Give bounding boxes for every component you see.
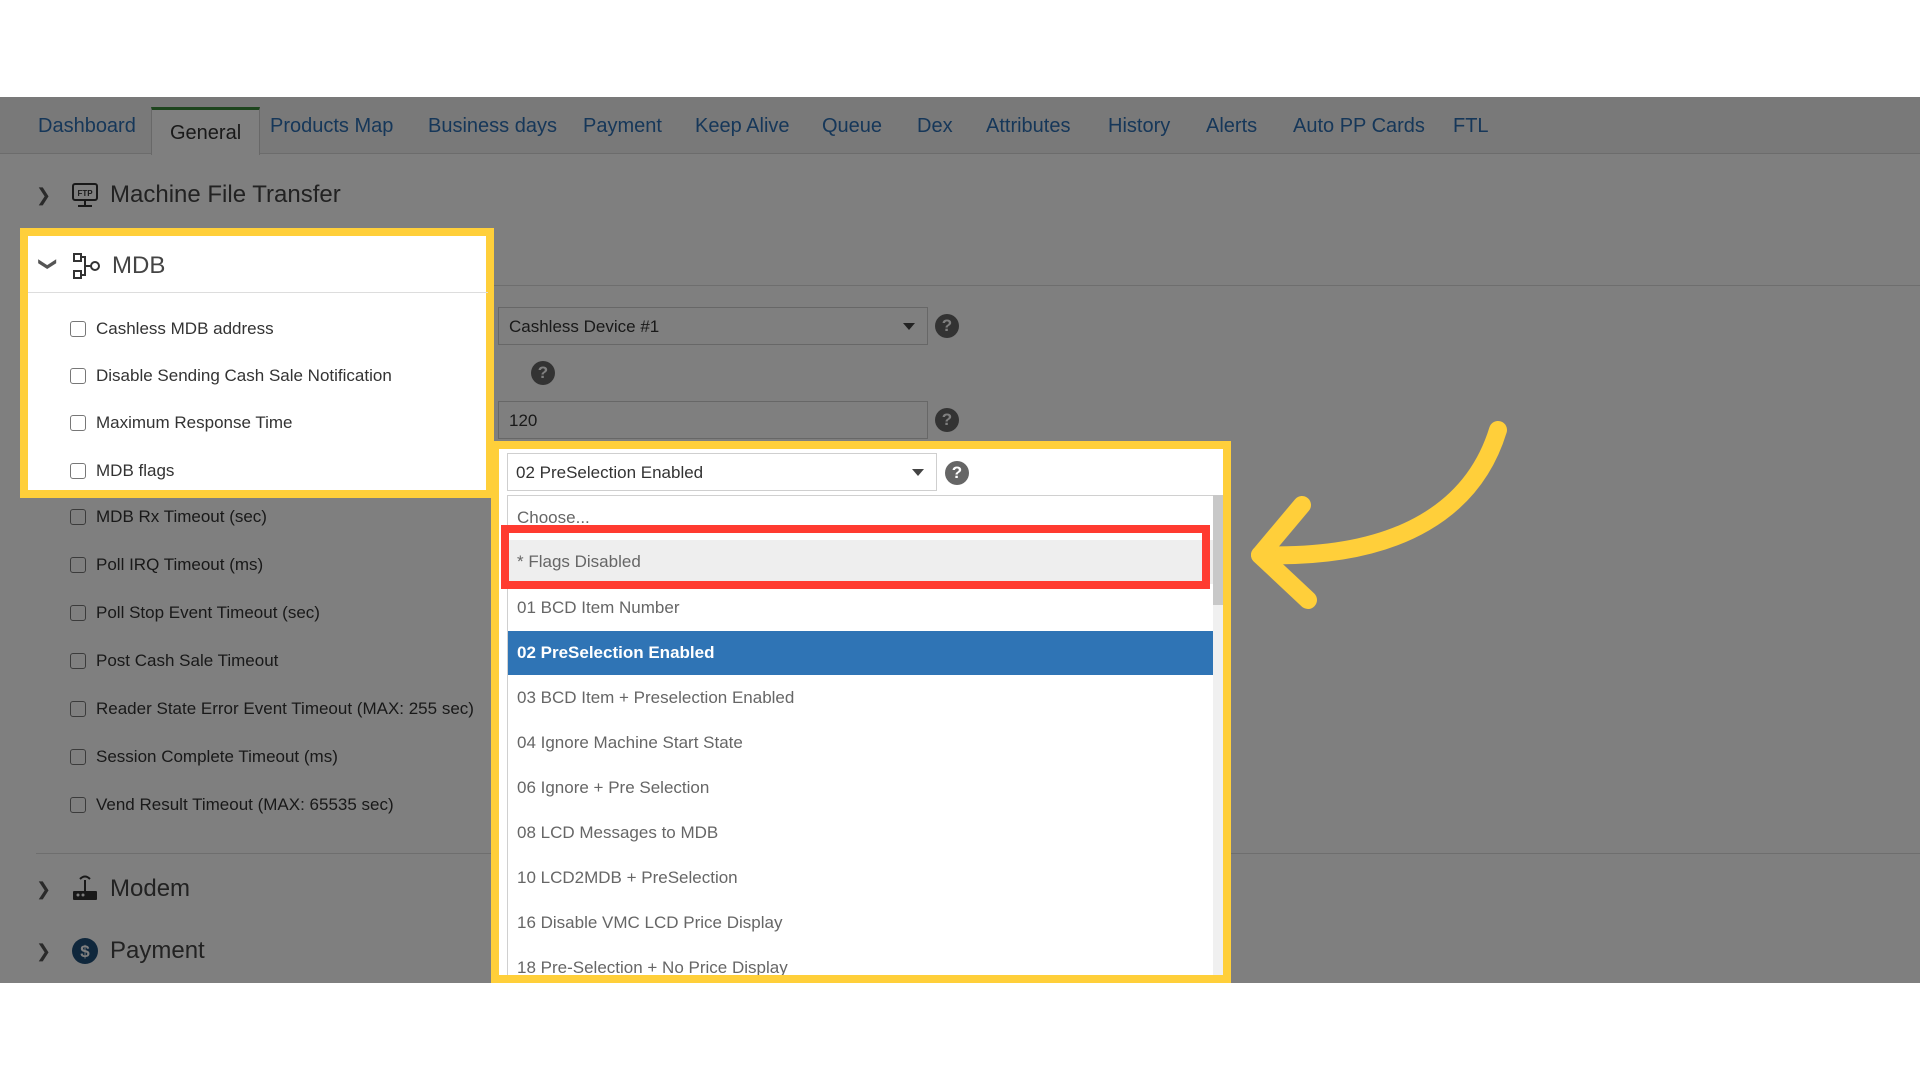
ftp-monitor-icon: FTP [72,183,98,207]
dropdown-option-18[interactable]: 18 Pre-Selection + No Price Display [508,946,1216,975]
field-label: MDB Rx Timeout (sec) [96,507,267,526]
dropdown-option-06[interactable]: 06 Ignore + Pre Selection [508,766,1216,810]
tutorial-stage: Dashboard General Products Map Business … [0,0,1920,1080]
tab-products-map[interactable]: Products Map [270,115,393,138]
chevron-right-icon: ❯ [36,184,52,205]
tab-keep-alive[interactable]: Keep Alive [695,115,790,138]
tab-general[interactable]: General [151,107,261,155]
dropdown-option-04[interactable]: 04 Ignore Machine Start State [508,721,1216,765]
checkbox[interactable] [70,368,86,384]
field-vend-result-timeout: Vend Result Timeout (MAX: 65535 sec) [70,790,394,820]
checkbox[interactable] [70,463,86,479]
dropdown-option-flags-disabled[interactable]: * Flags Disabled [508,540,1216,584]
field-post-cash-sale-timeout: Post Cash Sale Timeout [70,646,278,676]
input-value: 120 [509,411,538,430]
modem-icon [73,875,97,900]
svg-text:$: $ [80,942,90,961]
field-maximum-response-time: Maximum Response Time [70,408,293,438]
section-modem[interactable]: ❯ Modem [36,869,190,909]
checkbox[interactable] [70,653,86,669]
select-value: 02 PreSelection Enabled [516,463,704,482]
field-label: Reader State Error Event Timeout (MAX: 2… [96,699,474,718]
highlight-dropdown-panel: 02 PreSelection Enabled ? Choose... * Fl… [491,441,1231,983]
chevron-right-icon: ❯ [36,878,52,899]
dollar-circle-icon: $ [72,938,98,964]
svg-text:FTP: FTP [77,189,93,198]
dropdown-option-choose[interactable]: Choose... [508,496,1216,540]
field-mdb-flags: MDB flags [70,456,174,486]
dropdown-option-01[interactable]: 01 BCD Item Number [508,586,1216,630]
tab-attributes[interactable]: Attributes [986,115,1070,138]
field-label: Poll Stop Event Timeout (sec) [96,603,320,622]
checkbox[interactable] [70,557,86,573]
field-label: Maximum Response Time [96,413,293,432]
dropdown-option-08[interactable]: 08 LCD Messages to MDB [508,811,1216,855]
section-title: Modem [110,875,191,902]
curved-arrow-icon [1251,421,1507,609]
help-icon[interactable]: ? [935,314,959,338]
field-label: Vend Result Timeout (MAX: 65535 sec) [96,795,394,814]
field-mdb-rx-timeout: MDB Rx Timeout (sec) [70,502,267,532]
checkbox[interactable] [70,749,86,765]
mdb-flags-select[interactable]: 02 PreSelection Enabled [507,453,937,491]
tab-alerts[interactable]: Alerts [1206,115,1257,138]
section-title: MDB [112,252,166,279]
tab-payment[interactable]: Payment [583,115,662,138]
field-label: Cashless MDB address [96,319,274,338]
section-payment[interactable]: ❯ $ Payment [36,931,205,971]
dropdown-option-02-selected[interactable]: 02 PreSelection Enabled [508,631,1216,675]
divider [28,292,488,293]
highlight-mdb-panel: ❯ MDB Cashless MDB address Disable Sendi… [20,228,494,498]
section-title: Machine File Transfer [110,181,341,208]
help-icon[interactable]: ? [935,408,959,432]
checkbox[interactable] [70,509,86,525]
caret-down-icon [903,323,915,330]
field-poll-stop-event-timeout: Poll Stop Event Timeout (sec) [70,598,320,628]
dropdown-option-03[interactable]: 03 BCD Item + Preselection Enabled [508,676,1216,720]
chevron-down-icon: ❯ [38,256,59,272]
field-reader-state-error-timeout: Reader State Error Event Timeout (MAX: 2… [70,694,474,724]
select-value: Cashless Device #1 [509,317,660,336]
section-machine-file-transfer[interactable]: ❯ FTP Machine File Transfer [36,175,341,215]
field-label: MDB flags [96,461,175,480]
scrollbar-thumb[interactable] [1213,495,1223,605]
field-label: Poll IRQ Timeout (ms) [96,555,264,574]
help-icon[interactable]: ? [531,361,555,385]
checkbox[interactable] [70,701,86,717]
dropdown-list: Choose... * Flags Disabled 01 BCD Item N… [507,495,1217,975]
tab-history[interactable]: History [1108,115,1170,138]
field-session-complete-timeout: Session Complete Timeout (ms) [70,742,338,772]
section-title: Payment [110,937,205,964]
field-label: Post Cash Sale Timeout [96,651,279,670]
tab-dex[interactable]: Dex [917,115,953,138]
field-label: Session Complete Timeout (ms) [96,747,338,766]
max-response-time-input[interactable]: 120 [498,401,928,439]
checkbox[interactable] [70,415,86,431]
field-disable-cash-sale-notification: Disable Sending Cash Sale Notification [70,361,392,391]
field-cashless-mdb-address: Cashless MDB address [70,314,274,344]
checkbox[interactable] [70,321,86,337]
dropdown-option-10[interactable]: 10 LCD2MDB + PreSelection [508,856,1216,900]
mdb-network-icon [73,253,100,279]
field-label: Disable Sending Cash Sale Notification [96,366,392,385]
tab-ftl[interactable]: FTL [1453,115,1489,138]
help-icon[interactable]: ? [945,461,969,485]
tab-dashboard[interactable]: Dashboard [38,115,136,138]
tab-bar: Dashboard General Products Map Business … [0,97,1920,155]
chevron-right-icon: ❯ [36,940,52,961]
checkbox[interactable] [70,797,86,813]
tab-business-days[interactable]: Business days [428,115,557,138]
tab-queue[interactable]: Queue [822,115,882,138]
caret-down-icon [912,469,924,476]
dropdown-option-16[interactable]: 16 Disable VMC LCD Price Display [508,901,1216,945]
field-poll-irq-timeout: Poll IRQ Timeout (ms) [70,550,263,580]
section-mdb[interactable]: ❯ MDB [38,246,165,286]
cashless-device-select[interactable]: Cashless Device #1 [498,307,928,345]
tab-auto-pp-cards[interactable]: Auto PP Cards [1293,115,1425,138]
checkbox[interactable] [70,605,86,621]
